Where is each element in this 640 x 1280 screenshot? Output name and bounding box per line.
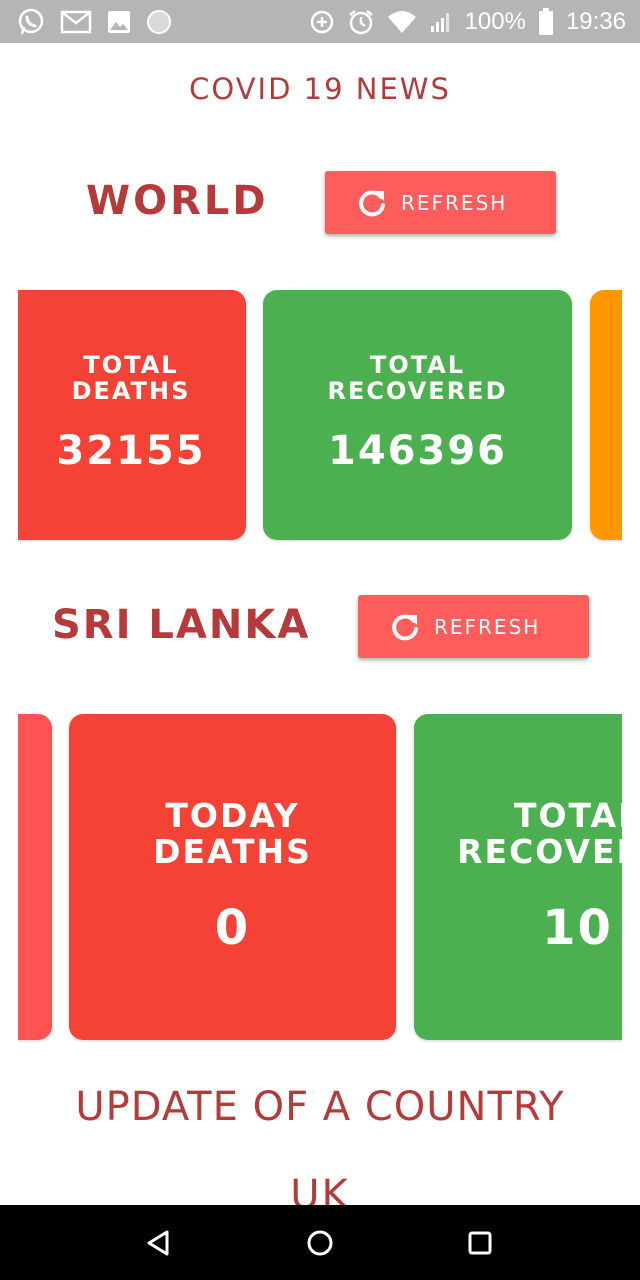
world-next-card[interactable] xyxy=(590,290,622,540)
world-total-recovered-card[interactable]: TOTAL RECOVERED 146396 xyxy=(263,290,572,540)
sri-lanka-today-deaths-card[interactable]: TODAY DEATHS 0 xyxy=(69,714,396,1040)
world-stats-carousel[interactable]: TOTAL DEATHS 32155 TOTAL RECOVERED 14639… xyxy=(18,290,622,542)
card-label-line2: RECOVERED xyxy=(327,377,508,406)
sri-lanka-prev-card[interactable] xyxy=(18,714,52,1040)
notification-icons xyxy=(16,6,172,38)
card-label-line2: DEATHS xyxy=(71,377,191,406)
sri-lanka-total-recovered-card[interactable]: TOTAL RECOVERED 10 xyxy=(414,714,622,1040)
sri-lanka-heading: SRI LANKA xyxy=(52,602,311,648)
data-saver-icon xyxy=(309,9,335,35)
card-label-line1: TOTAL xyxy=(83,351,179,379)
card-label: TOTAL RECOVERED xyxy=(263,352,572,405)
signal-icon xyxy=(429,10,453,34)
wifi-icon xyxy=(387,9,417,35)
world-total-deaths-card[interactable]: TOTAL DEATHS 32155 xyxy=(18,290,246,540)
card-value: 0 xyxy=(214,900,251,956)
gmail-icon xyxy=(60,9,92,35)
update-country-heading: UPDATE OF A COUNTRY xyxy=(75,1084,565,1130)
system-icons: 100% 19:36 xyxy=(309,6,626,38)
card-label: TOTAL DEATHS xyxy=(18,352,246,405)
card-label-line1: TOTAL xyxy=(369,351,466,379)
navigation-bar xyxy=(0,1205,640,1280)
app-title: COVID 19 NEWS xyxy=(189,72,451,106)
card-label-line1: TODAY xyxy=(165,796,300,835)
card-value: 10 xyxy=(542,900,613,956)
card-label-line2: DEATHS xyxy=(153,832,312,872)
recents-icon[interactable] xyxy=(464,1227,496,1259)
card-value: 32155 xyxy=(56,428,206,474)
card-label: TODAY DEATHS xyxy=(69,796,396,872)
sri-lanka-refresh-button[interactable]: REFRESH xyxy=(358,595,589,658)
card-value: 146396 xyxy=(328,428,507,474)
card-label-line2: RECOVERED xyxy=(457,832,622,872)
battery-icon xyxy=(538,8,554,36)
whatsapp-icon xyxy=(16,7,46,37)
home-icon[interactable] xyxy=(304,1227,336,1259)
card-label-line1: TOTAL xyxy=(513,796,622,835)
card-label: TOTAL RECOVERED xyxy=(414,796,622,872)
status-bar: 100% 19:36 xyxy=(0,0,640,43)
battery-percent: 100% xyxy=(464,8,526,35)
circle-icon xyxy=(146,9,172,35)
refresh-label: REFRESH xyxy=(434,614,541,639)
alarm-icon xyxy=(347,8,375,36)
back-icon[interactable] xyxy=(143,1227,175,1259)
world-refresh-button[interactable]: REFRESH xyxy=(325,171,556,234)
world-heading: WORLD xyxy=(86,178,269,224)
clock: 19:36 xyxy=(565,8,626,35)
sri-lanka-stats-carousel[interactable]: TODAY DEATHS 0 TOTAL RECOVERED 10 xyxy=(18,714,622,1044)
refresh-icon xyxy=(392,613,418,640)
image-icon xyxy=(106,9,132,35)
refresh-icon xyxy=(359,189,385,216)
refresh-label: REFRESH xyxy=(401,190,508,215)
